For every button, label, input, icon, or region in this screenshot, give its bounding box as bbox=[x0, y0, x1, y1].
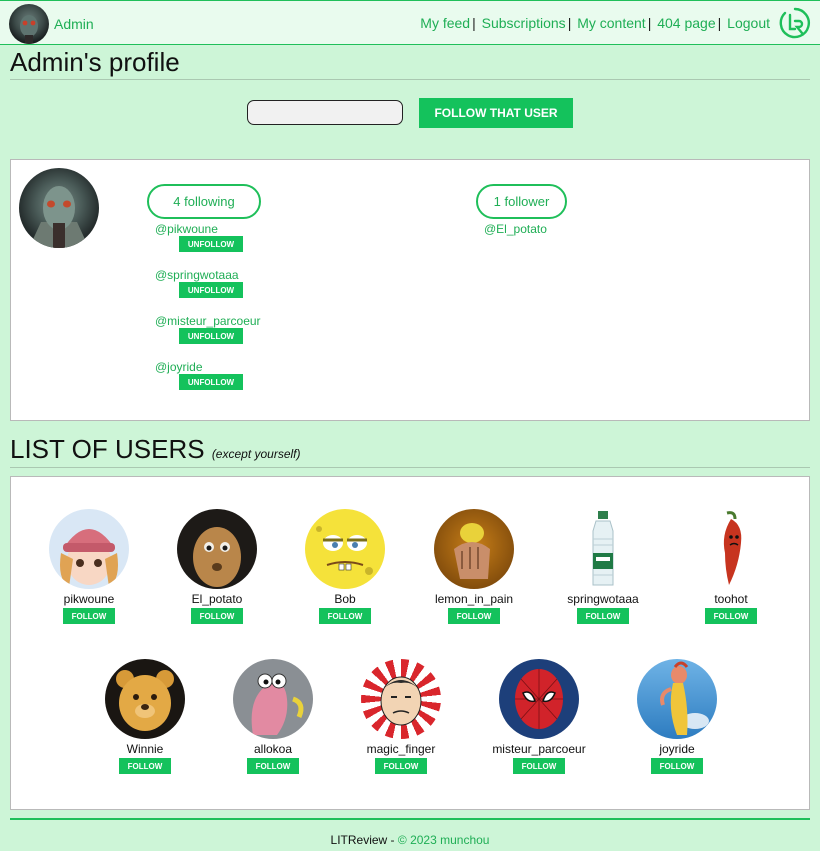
follower-handle[interactable]: @El_potato bbox=[484, 222, 547, 236]
user-name: pikwoune bbox=[63, 592, 115, 606]
avatar[interactable] bbox=[637, 659, 717, 739]
follow-button[interactable]: FOLLOW bbox=[63, 608, 115, 624]
follow-button[interactable]: FOLLOW bbox=[577, 608, 629, 624]
following-count-badge[interactable]: 4 following bbox=[147, 184, 261, 219]
follow-button[interactable]: FOLLOW bbox=[191, 608, 243, 624]
user-card-toohot: toohot FOLLOW bbox=[676, 509, 786, 624]
avatar[interactable] bbox=[434, 509, 514, 589]
avatar[interactable] bbox=[691, 509, 771, 589]
follow-button[interactable]: FOLLOW bbox=[247, 758, 299, 774]
follow-button[interactable]: FOLLOW bbox=[705, 608, 757, 624]
follow-button[interactable]: FOLLOW bbox=[375, 758, 427, 774]
user-card-bob: Bob FOLLOW bbox=[290, 509, 400, 624]
nav-subscriptions[interactable]: Subscriptions bbox=[482, 15, 566, 31]
following-handle[interactable]: @misteur_parcoeur bbox=[155, 314, 261, 328]
footer-copyright[interactable]: © 2023 munchou bbox=[398, 833, 490, 847]
users-section-title: LIST OF USERS (except yourself) bbox=[10, 434, 810, 468]
user-name: El_potato bbox=[191, 592, 243, 606]
nav-404-page[interactable]: 404 page bbox=[657, 15, 715, 31]
nav-my-content[interactable]: My content bbox=[577, 15, 645, 31]
user-card-misteur-parcoeur: misteur_parcoeur FOLLOW bbox=[484, 659, 594, 774]
username-input[interactable] bbox=[247, 100, 403, 125]
following-handle[interactable]: @joyride bbox=[155, 360, 203, 374]
current-user[interactable]: Admin bbox=[9, 4, 94, 44]
user-name: magic_finger bbox=[366, 742, 436, 756]
nav-separator: | bbox=[567, 15, 572, 31]
following-handle[interactable]: @springwotaaa bbox=[155, 268, 239, 282]
main-nav: My feed | Subscriptions | My content | 404 … bbox=[420, 15, 770, 31]
nav-separator: | bbox=[472, 15, 476, 31]
avatar[interactable] bbox=[361, 659, 441, 739]
follower-count-badge[interactable]: 1 follower bbox=[476, 184, 567, 219]
unfollow-button[interactable]: UNFOLLOW bbox=[179, 282, 243, 298]
user-name: allokoa bbox=[253, 742, 293, 756]
unfollow-button[interactable]: UNFOLLOW bbox=[179, 374, 243, 390]
page-title: Admin's profile bbox=[10, 47, 810, 80]
user-card-el-potato: El_potato FOLLOW bbox=[162, 509, 272, 624]
user-name: misteur_parcoeur bbox=[492, 742, 586, 756]
footer: LITReview - © 2023 munchou bbox=[0, 833, 820, 847]
users-list-card: pikwoune FOLLOW El_potato FOLLOW Bob FOL… bbox=[10, 476, 810, 810]
nav-my-feed[interactable]: My feed bbox=[420, 15, 470, 31]
following-handle[interactable]: @pikwoune bbox=[155, 222, 218, 236]
follow-button[interactable]: FOLLOW bbox=[651, 758, 703, 774]
avatar[interactable] bbox=[305, 509, 385, 589]
users-subtitle: (except yourself) bbox=[211, 447, 301, 461]
avatar[interactable] bbox=[563, 509, 643, 589]
follow-button[interactable]: FOLLOW bbox=[319, 608, 371, 624]
lr-logo-icon[interactable] bbox=[779, 7, 811, 39]
user-name: lemon_in_pain bbox=[434, 592, 514, 606]
user-card-magic-finger: magic_finger FOLLOW bbox=[346, 659, 456, 774]
username-link[interactable]: Admin bbox=[54, 16, 94, 32]
user-card-pikwoune: pikwoune FOLLOW bbox=[34, 509, 144, 624]
avatar[interactable] bbox=[499, 659, 579, 739]
unfollow-button[interactable]: UNFOLLOW bbox=[179, 328, 243, 344]
nav-logout[interactable]: Logout bbox=[727, 15, 770, 31]
nav-separator: | bbox=[717, 15, 722, 31]
footer-separator: - bbox=[387, 833, 398, 847]
user-name: springwotaaa bbox=[567, 592, 639, 606]
user-name: toohot bbox=[714, 592, 748, 606]
user-name: joyride bbox=[659, 742, 695, 756]
follow-button[interactable]: FOLLOW bbox=[448, 608, 500, 624]
profile-card: 4 following 1 follower @pikwoune UNFOLLO… bbox=[10, 159, 810, 421]
avatar[interactable] bbox=[177, 509, 257, 589]
footer-brand: LITReview bbox=[330, 833, 388, 847]
user-name: Bob bbox=[334, 592, 356, 606]
top-navbar: Admin My feed | Subscriptions | My content… bbox=[0, 0, 820, 45]
user-card-springwotaaa: springwotaaa FOLLOW bbox=[548, 509, 658, 624]
avatar[interactable] bbox=[9, 4, 49, 44]
follow-that-user-button[interactable]: FOLLOW THAT USER bbox=[419, 98, 573, 128]
users-title-text: LIST OF USERS bbox=[10, 434, 205, 464]
unfollow-button[interactable]: UNFOLLOW bbox=[179, 236, 243, 252]
user-card-allokoa: allokoa FOLLOW bbox=[218, 659, 328, 774]
user-card-winnie: Winnie FOLLOW bbox=[90, 659, 200, 774]
user-name: Winnie bbox=[126, 742, 164, 756]
follow-button[interactable]: FOLLOW bbox=[119, 758, 171, 774]
user-card-joyride: joyride FOLLOW bbox=[622, 659, 732, 774]
avatar[interactable] bbox=[105, 659, 185, 739]
avatar[interactable] bbox=[49, 509, 129, 589]
footer-divider bbox=[10, 818, 810, 820]
avatar bbox=[19, 168, 99, 248]
nav-separator: | bbox=[647, 15, 652, 31]
avatar[interactable] bbox=[233, 659, 313, 739]
follow-button[interactable]: FOLLOW bbox=[513, 758, 565, 774]
user-card-lemon-in-pain: lemon_in_pain FOLLOW bbox=[419, 509, 529, 624]
